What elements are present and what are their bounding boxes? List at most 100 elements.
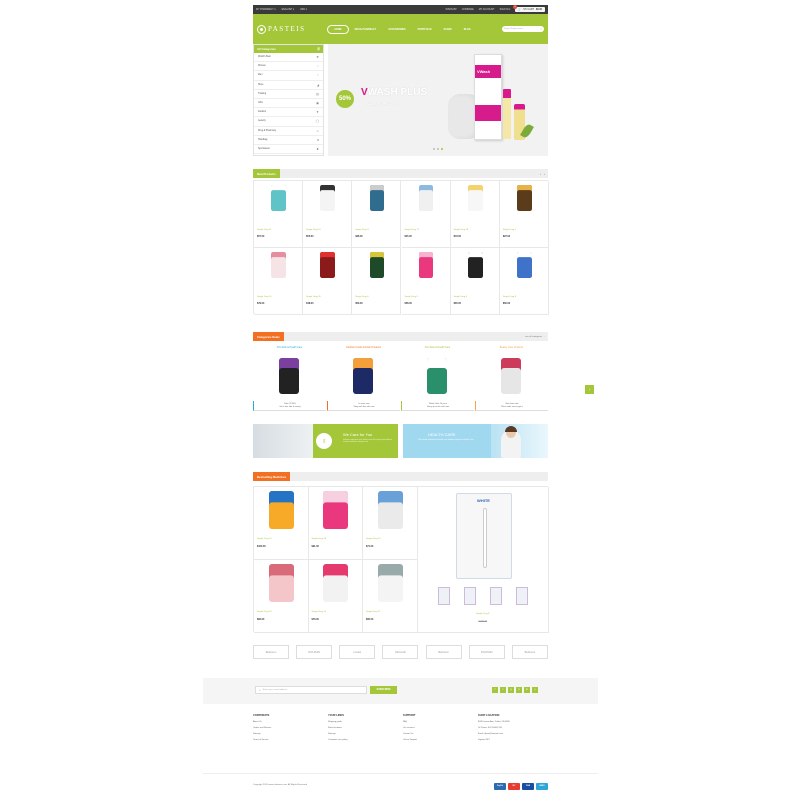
product-image[interactable]: [268, 564, 294, 602]
topbar-link[interactable]: COMPARE: [462, 8, 474, 11]
category-item[interactable]: Men ♂: [254, 71, 323, 81]
nav-item[interactable]: HOME: [327, 24, 349, 34]
footer-link[interactable]: Sitemap: [253, 733, 323, 736]
product-card[interactable]: Single Drug 21 $57.00: [254, 181, 304, 248]
youtube-icon[interactable]: y: [532, 687, 538, 693]
product-name[interactable]: Single Drug 9: [355, 229, 368, 231]
product-image[interactable]: [467, 251, 483, 278]
deal-title[interactable]: Beauty Care Products: [475, 346, 548, 349]
product-name[interactable]: Single Drug 16: [454, 229, 468, 231]
footer-link[interactable]: Orders and Returns: [253, 727, 323, 730]
category-item[interactable]: World's Best ❖: [254, 53, 323, 63]
brand-logo[interactable]: Bedroom: [425, 645, 462, 659]
product-name[interactable]: Single Drug 4: [454, 296, 467, 298]
nav-item[interactable]: DRUG PHARMACY: [349, 26, 383, 33]
facebook-icon[interactable]: f: [492, 687, 498, 693]
twitter-icon[interactable]: t: [500, 687, 506, 693]
product-card[interactable]: Single Drug 13 $100.00: [254, 487, 309, 560]
product-name[interactable]: Single Drug 11: [366, 611, 380, 613]
product-image[interactable]: [377, 564, 403, 602]
product-card[interactable]: Single Drug 20 $48.00: [303, 248, 353, 315]
footer-link[interactable]: Terms of Service: [253, 739, 323, 742]
deal-column[interactable]: Nutrition Foods & Drink Products In store…: [327, 346, 400, 418]
product-name[interactable]: Single Drug 13: [257, 538, 271, 540]
subscribe-button[interactable]: SUBSCRIBE: [370, 686, 397, 694]
product-image[interactable]: [320, 251, 336, 278]
footer-link[interactable]: FAQ: [403, 721, 473, 724]
product-image[interactable]: [418, 251, 434, 278]
product-card[interactable]: Single Drug 12 $71.00: [363, 487, 418, 560]
category-item[interactable]: Gifts ▣: [254, 99, 323, 109]
product-card[interactable]: Single Drug 4 $65.00: [450, 248, 500, 315]
deal-title[interactable]: Nutrition Foods & Drink Products: [327, 346, 400, 349]
footer-link[interactable]: 8036 Lemon Ave, Dallas, CA 9380: [478, 721, 548, 724]
prev-arrow-icon[interactable]: ‹: [540, 172, 541, 176]
promo-we-care[interactable]: ♁ We Care for You Dolorem molestiae quas…: [253, 424, 398, 458]
product-card[interactable]: Single Drug 11 $95.00: [363, 560, 418, 633]
scroll-top-button[interactable]: ↑: [585, 385, 594, 394]
category-item[interactable]: Shoe ◢: [254, 81, 323, 90]
product-card[interactable]: Single Drug 9 $38.00: [352, 181, 402, 248]
brand-logo[interactable]: Bedroom: [253, 645, 289, 659]
topbar-link[interactable]: ENGLISH ▾: [282, 8, 294, 11]
product-image[interactable]: [467, 184, 483, 211]
product-card[interactable]: Single Drug 16 $79.00: [450, 181, 500, 248]
deal-column[interactable]: Beauty Care Products New from now Place or…: [475, 346, 548, 418]
thumbnail-image[interactable]: [489, 587, 502, 605]
product-card[interactable]: Single Drug 8 $60.00: [499, 248, 549, 315]
product-image[interactable]: [517, 251, 532, 278]
product-card[interactable]: Single Drug 1 $97.00: [499, 181, 549, 248]
brand-logo[interactable]: Bedroom: [511, 645, 548, 659]
product-name[interactable]: Single Drug 18: [312, 538, 326, 540]
product-image[interactable]: [517, 184, 532, 211]
product-card[interactable]: Single Drug 14 $79.00: [254, 248, 304, 315]
product-name[interactable]: Single Drug 19: [257, 611, 271, 613]
deal-image[interactable]: [279, 358, 299, 394]
category-item[interactable]: Women ♀: [254, 62, 323, 72]
category-item[interactable]: Training ▥: [254, 90, 323, 99]
search-icon[interactable]: ⌕: [540, 27, 542, 31]
brand-logo[interactable]: envato: [339, 645, 376, 659]
footer-link[interactable]: About Us: [253, 721, 323, 724]
footer-link[interactable]: Online Support: [403, 739, 473, 742]
topbar-link[interactable]: WISHLIST: [445, 8, 456, 11]
product-image[interactable]: [320, 184, 336, 211]
brand-logo[interactable]: DOLPHIN: [296, 645, 333, 659]
product-name[interactable]: Single Drug 1: [503, 229, 516, 231]
product-image[interactable]: [271, 251, 286, 278]
next-arrow-icon[interactable]: ›: [544, 172, 545, 176]
product-image[interactable]: [377, 491, 403, 529]
promo-health-care[interactable]: HEALTH CARE We provide professional heal…: [403, 424, 548, 458]
topbar-link[interactable]: MY ACCOUNT: [479, 8, 495, 11]
product-image[interactable]: [369, 251, 385, 278]
topbar-link[interactable]: USD ▾: [300, 8, 307, 11]
nav-item[interactable]: PAGES: [438, 26, 458, 33]
product-card[interactable]: Single Drug 6 $59.00: [352, 248, 402, 315]
cart-button[interactable]: 0 🛒 MY CART $0.00: [513, 5, 545, 12]
slider-dot-active[interactable]: [441, 148, 443, 150]
product-card[interactable]: Single Drug 18 $91.00: [308, 487, 363, 560]
footer-link[interactable]: Support 24/7: [478, 739, 548, 742]
deal-image[interactable]: [501, 358, 521, 394]
product-card[interactable]: Single Drug 5 $58.00: [401, 248, 451, 315]
footer-link[interactable]: Customer care policy: [328, 739, 398, 742]
product-name[interactable]: Single Drug 8: [503, 296, 516, 298]
footer-link[interactable]: Our services: [403, 727, 473, 730]
search-input[interactable]: Search Product here...: [504, 28, 524, 30]
pinterest-icon[interactable]: p: [516, 687, 522, 693]
newsletter-email-input[interactable]: ✉ Enter your email address: [255, 686, 367, 694]
footer-link[interactable]: To Phone: 020 20409 234: [478, 727, 548, 730]
footer-link[interactable]: Email: demo@domain.com: [478, 733, 548, 736]
category-item[interactable]: Jewelry ◯: [254, 117, 323, 127]
hero-banner[interactable]: 50% VWASH PLUS SALE FOR CASH VWash: [328, 44, 548, 156]
product-name[interactable]: Single Drug 17: [405, 229, 419, 231]
product-name[interactable]: Single Drug 6: [355, 296, 368, 298]
linkedin-icon[interactable]: in: [524, 687, 530, 693]
topbar-link[interactable]: SIGN IN ▾: [500, 8, 511, 11]
view-all-link[interactable]: see all categories →: [525, 336, 548, 338]
product-image[interactable]: [268, 491, 294, 529]
nav-item[interactable]: PORTFOLIO: [412, 26, 438, 33]
footer-link[interactable]: Contact Us: [403, 733, 473, 736]
category-item[interactable]: Drug & Pharmacy ⬭: [254, 127, 323, 136]
deal-column[interactable]: First Aids & Health Care Winter Sale 10 p…: [401, 346, 474, 418]
